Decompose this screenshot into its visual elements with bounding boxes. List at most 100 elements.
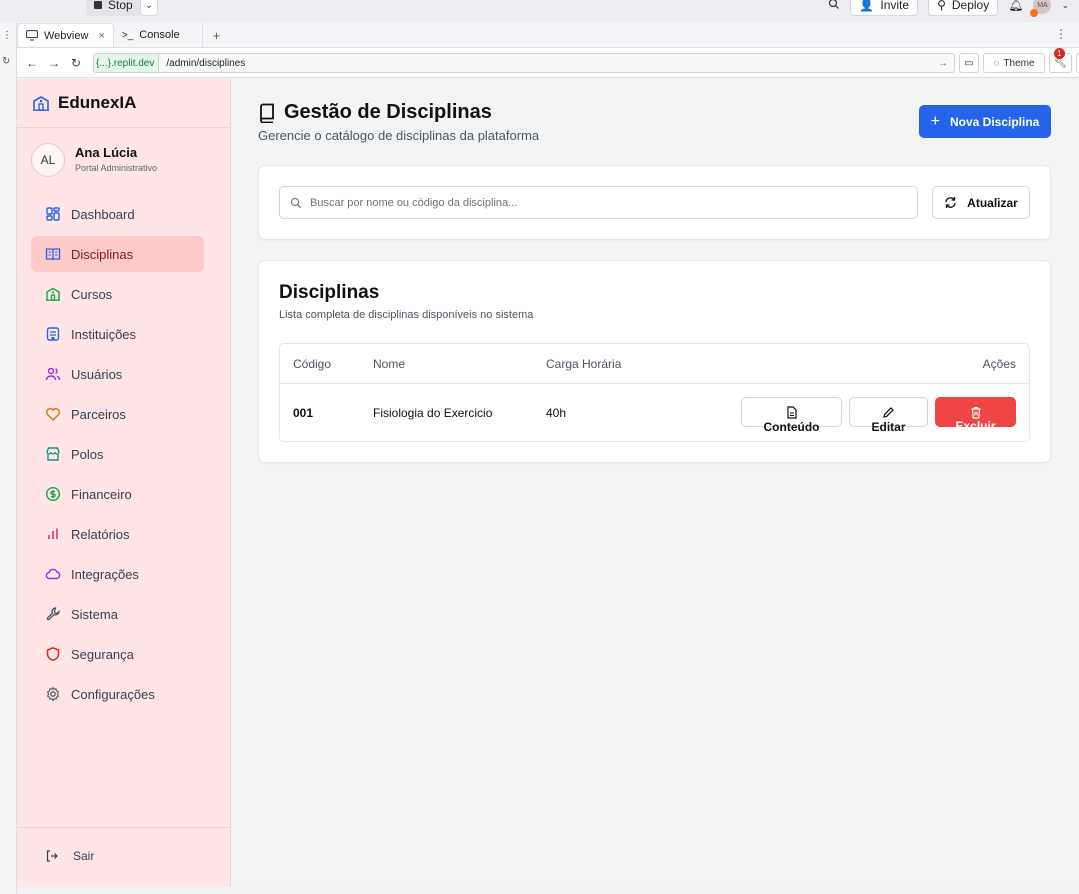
pencil-icon	[883, 406, 894, 418]
sidebar-item-label: Instituições	[71, 326, 137, 342]
tab-webview[interactable]: Webview ×	[17, 23, 114, 47]
store-icon	[46, 447, 60, 461]
logout-button[interactable]: Sair	[45, 849, 94, 863]
history-icon[interactable]: ↻	[2, 56, 10, 67]
column-header-name: Nome	[373, 357, 406, 371]
theme-label: Theme	[1003, 57, 1035, 69]
sidebar-item-integracoes[interactable]: Integrações	[31, 556, 204, 592]
url-host: {...}.replit.dev	[94, 54, 160, 72]
disciplines-card: Disciplinas Lista completa de disciplina…	[258, 260, 1051, 463]
go-arrow-icon[interactable]: →	[938, 58, 948, 69]
avatar-initials: MA	[1037, 1, 1048, 9]
palette-icon: ◌	[993, 57, 1000, 69]
users-icon	[45, 367, 61, 381]
ide-left-strip: ⋮ ↻	[0, 22, 17, 894]
bell-icon[interactable]: 🔔︎	[1008, 0, 1023, 12]
sidebar-item-label: Parceiros	[71, 406, 126, 422]
new-discipline-label: Nova Disciplina	[949, 114, 1040, 129]
school-icon	[33, 96, 49, 111]
sidebar-item-sistema[interactable]: Sistema	[31, 596, 204, 632]
sidebar-item-label: Disciplinas	[71, 246, 134, 262]
file-text-icon	[786, 405, 797, 419]
url-path: /admin/disciplines	[166, 57, 246, 69]
content-button[interactable]: Conteúdo	[741, 397, 842, 434]
tab-console[interactable]: >_ Console	[114, 23, 188, 47]
dollar-icon	[45, 486, 61, 502]
wrench-icon: 🔧︎	[1054, 57, 1067, 69]
stop-button[interactable]: Stop	[86, 0, 141, 16]
sidebar-item-usuarios[interactable]: Usuários	[31, 356, 204, 392]
back-icon[interactable]: ←	[21, 56, 43, 70]
new-discipline-button[interactable]: + Nova Disciplina	[919, 105, 1051, 138]
delete-button[interactable]: Excluir	[935, 397, 1016, 433]
notification-badge: 1	[1053, 48, 1065, 59]
cell-name: Fisiologia do Exercicio	[373, 406, 493, 420]
user-avatar-mini[interactable]: MA	[1030, 0, 1052, 17]
stop-icon	[94, 1, 102, 9]
shield-icon	[46, 646, 60, 662]
url-field[interactable]: {...}.replit.dev /admin/disciplines →	[93, 53, 955, 73]
sidebar-item-instituicoes[interactable]: Instituições	[31, 316, 204, 352]
forward-icon[interactable]: →	[43, 56, 65, 70]
edit-button[interactable]: Editar	[849, 397, 928, 434]
brand[interactable]: EdunexIA	[32, 93, 136, 113]
logout-label: Sair	[73, 849, 95, 863]
invite-label: Invite	[880, 0, 910, 12]
more-icon[interactable]: ⋮	[1055, 27, 1067, 41]
run-options-chevron-icon[interactable]: ⌄	[140, 0, 158, 16]
content-label: Conteúdo	[763, 420, 820, 434]
page-title-text: Gestão de Disciplinas	[284, 101, 492, 123]
close-icon[interactable]: ×	[98, 30, 104, 42]
theme-button[interactable]: ◌ Theme	[983, 53, 1045, 73]
table-row: 001 Fisiologia do Exercicio 40h Conteúdo…	[280, 384, 1029, 441]
gear-icon	[47, 686, 59, 702]
tools-button[interactable]: 🔧︎ 1	[1049, 48, 1072, 73]
wrench-icon	[46, 607, 60, 621]
sidebar: EdunexIA AL Ana Lúcia Portal Administrat…	[17, 79, 231, 887]
devtools-button[interactable]: ▭	[959, 53, 979, 73]
page-title: Gestão de Disciplinas	[258, 101, 492, 124]
book-icon	[260, 103, 274, 123]
app-frame: EdunexIA AL Ana Lúcia Portal Administrat…	[17, 79, 1079, 887]
chevron-down-icon[interactable]: ⌄	[1061, 0, 1069, 11]
search-icon[interactable]	[828, 0, 840, 13]
webview-tools: ▭ ◌Theme 🔧︎1 ↗	[959, 48, 1079, 73]
sidebar-item-relatorios[interactable]: Relatórios	[31, 516, 204, 552]
reload-icon[interactable]: ↻	[65, 56, 87, 70]
webview-address-bar: ← → ↻ {...}.replit.dev /admin/discipline…	[17, 48, 1079, 78]
grid-icon	[46, 207, 60, 221]
deploy-button[interactable]: ⚲ Deploy	[928, 0, 999, 16]
sidebar-item-polos[interactable]: Polos	[31, 436, 204, 472]
more-icon[interactable]: ⋮	[2, 30, 12, 41]
deploy-icon: ⚲	[937, 0, 946, 12]
new-tab-button[interactable]: +	[201, 23, 231, 47]
add-user-icon: 👤	[859, 0, 875, 12]
delete-label: Excluir	[955, 419, 996, 433]
refresh-button[interactable]: Atualizar	[932, 186, 1030, 219]
sidebar-item-disciplinas[interactable]: Disciplinas	[31, 236, 204, 272]
sidebar-item-dashboard[interactable]: Dashboard	[31, 196, 204, 232]
sidebar-item-label: Configurações	[71, 686, 155, 702]
sidebar-item-label: Financeiro	[71, 486, 132, 502]
sidebar-item-parceiros[interactable]: Parceiros	[31, 396, 204, 432]
user-role: Portal Administrativo	[75, 163, 158, 173]
logout-icon	[46, 850, 58, 862]
sidebar-item-financeiro[interactable]: Financeiro	[31, 476, 204, 512]
sidebar-item-label: Segurança	[71, 646, 134, 662]
cell-code: 001	[293, 406, 314, 420]
sidebar-item-configuracoes[interactable]: Configurações	[31, 676, 204, 712]
plus-icon: +	[930, 112, 940, 130]
sidebar-item-seguranca[interactable]: Segurança	[31, 636, 204, 672]
avatar-initials: AL	[40, 153, 56, 167]
user-name: Ana Lúcia	[75, 145, 138, 160]
refresh-label: Atualizar	[967, 195, 1018, 210]
cloud-icon	[45, 568, 61, 580]
column-header-actions: Ações	[982, 357, 1016, 371]
search-input[interactable]: Buscar por nome ou código da disciplina.…	[279, 186, 918, 219]
heart-icon	[46, 408, 60, 421]
sidebar-item-cursos[interactable]: Cursos	[31, 276, 204, 312]
list-title: Disciplinas	[279, 282, 380, 303]
ide-tabbar: Webview × >_ Console + ⋮	[17, 22, 1079, 48]
sidebar-item-label: Sistema	[71, 606, 118, 622]
invite-button[interactable]: 👤 Invite	[850, 0, 919, 16]
